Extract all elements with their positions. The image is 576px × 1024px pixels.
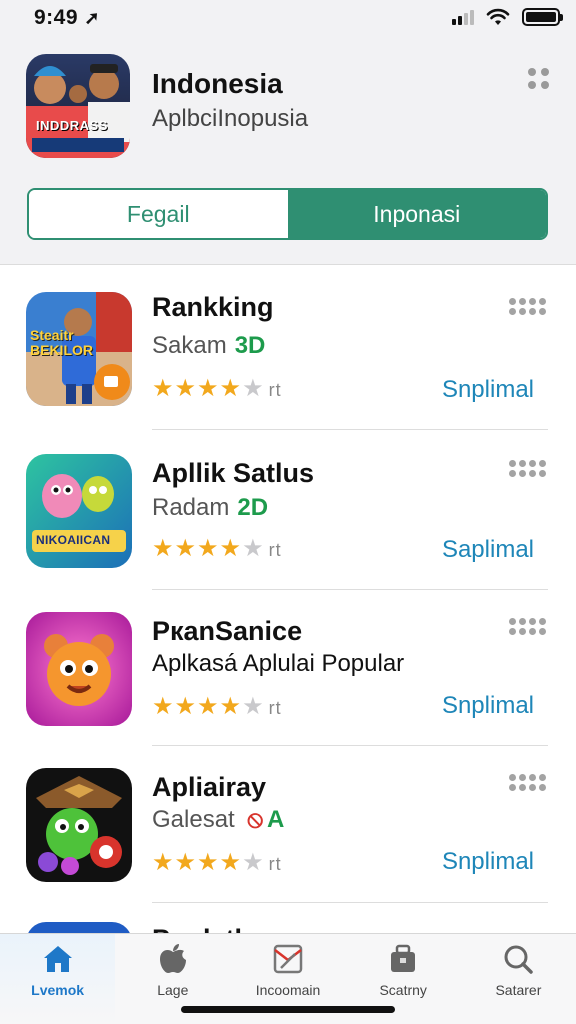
battery-icon xyxy=(522,8,563,26)
rating-count: rt xyxy=(268,854,282,874)
app-icon xyxy=(26,612,132,726)
star-rating: ★★★★★ rt xyxy=(152,375,282,402)
segmented-control: Fegail Inponasi xyxy=(27,188,548,240)
app-icon-text: Steaitr BEKILOR xyxy=(30,327,93,358)
app-badge: 2D xyxy=(237,494,269,521)
apple-icon xyxy=(159,944,186,973)
signal-icon xyxy=(452,9,474,25)
app-subtitle: Radam 2D xyxy=(152,494,268,522)
tab-label: Scatrny xyxy=(379,982,427,998)
home-indicator xyxy=(181,1006,395,1013)
tab-lvemok[interactable]: Lvemok xyxy=(0,934,116,1024)
divider xyxy=(152,429,548,430)
bag-icon xyxy=(391,944,416,972)
list-item[interactable]: PкanSanice Aplkasá Aplulai Popular ★★★★★… xyxy=(0,612,576,769)
tab-satarer[interactable]: Satarer xyxy=(461,934,576,1024)
app-subtitle-text: Galesat xyxy=(152,806,235,833)
location-arrow-icon: ➚ xyxy=(84,8,100,28)
app-name: Apliairay xyxy=(152,772,267,802)
home-icon xyxy=(43,946,72,972)
tab-label: Satarer xyxy=(495,982,542,998)
star-rating: ★★★★★ rt xyxy=(152,693,282,720)
page-title: Indonesia xyxy=(152,68,283,99)
app-subtitle-text: Sakam xyxy=(152,332,227,359)
app-icon-text: NIKOAIICAN xyxy=(36,533,111,547)
more-icon[interactable] xyxy=(509,298,546,315)
page-subtitle: AplbciInopusia xyxy=(152,105,309,132)
header: INDDRASS Indonesia AplbciInopusia Fegail… xyxy=(0,40,576,265)
tab-label: Lage xyxy=(157,982,189,998)
status-bar: 9:49 ➚ xyxy=(0,0,576,40)
star-rating: ★★★★★ rt xyxy=(152,849,282,876)
more-icon[interactable] xyxy=(509,774,546,791)
list-item[interactable]: NIKOAIICAN Apllik Satlus Radam 2D ★★★★★ rt… xyxy=(0,454,576,611)
wifi-icon xyxy=(486,8,510,25)
search-icon xyxy=(504,945,534,974)
tab-label: Incoomain xyxy=(255,982,321,998)
app-icon: Steaitr BEKILOR xyxy=(26,292,132,406)
app-subtitle: Galesat ⦸ A xyxy=(152,806,284,834)
mail-icon xyxy=(273,944,303,974)
more-icon[interactable] xyxy=(509,618,546,635)
app-subtitle: Sakam 3D xyxy=(152,332,265,360)
segment-inponasi[interactable]: Inponasi xyxy=(287,190,546,238)
app-action-button[interactable]: Snplimal xyxy=(442,376,534,404)
app-badge: A xyxy=(267,806,285,833)
header-thumbnail[interactable]: INDDRASS xyxy=(26,54,130,158)
app-action-button[interactable]: Saplimal xyxy=(442,536,534,564)
star-rating: ★★★★★ rt xyxy=(152,535,282,562)
no-entry-icon: ⦸ xyxy=(247,806,264,833)
header-thumb-text: INDDRASS xyxy=(36,118,108,133)
app-badge: 3D xyxy=(234,332,266,359)
app-action-button[interactable]: Snplimal xyxy=(442,848,534,876)
list-item[interactable]: Steaitr BEKILOR Rankking Sakam 3D ★★★★★ rt… xyxy=(0,292,576,449)
time-text: 9:49 xyxy=(34,6,79,29)
app-subtitle-text: Aplkasá Aplulai Popular xyxy=(152,650,405,677)
rating-count: rt xyxy=(268,540,282,560)
more-icon[interactable] xyxy=(509,460,546,477)
app-subtitle: Aplkasá Aplulai Popular xyxy=(152,650,404,678)
app-action-button[interactable]: Snplimal xyxy=(442,692,534,720)
app-name: PкanSanice xyxy=(152,616,303,646)
more-options-icon[interactable] xyxy=(528,68,550,90)
app-subtitle-text: Radam xyxy=(152,494,230,521)
status-icons xyxy=(452,8,563,26)
segment-fegail[interactable]: Fegail xyxy=(29,190,288,238)
list-item[interactable]: Apliairay Galesat ⦸ A ★★★★★ rt Snplimal xyxy=(0,768,576,925)
divider xyxy=(152,745,548,746)
status-time: 9:49 ➚ xyxy=(34,6,100,30)
divider xyxy=(152,589,548,590)
tab-label: Lvemok xyxy=(31,982,85,998)
rating-count: rt xyxy=(268,698,282,718)
app-icon: NIKOAIICAN xyxy=(26,454,132,568)
divider xyxy=(152,902,548,903)
app-name: Rankking xyxy=(152,292,274,322)
app-name: Apllik Satlus xyxy=(152,458,315,488)
app-icon xyxy=(26,768,132,882)
rating-count: rt xyxy=(268,380,282,400)
